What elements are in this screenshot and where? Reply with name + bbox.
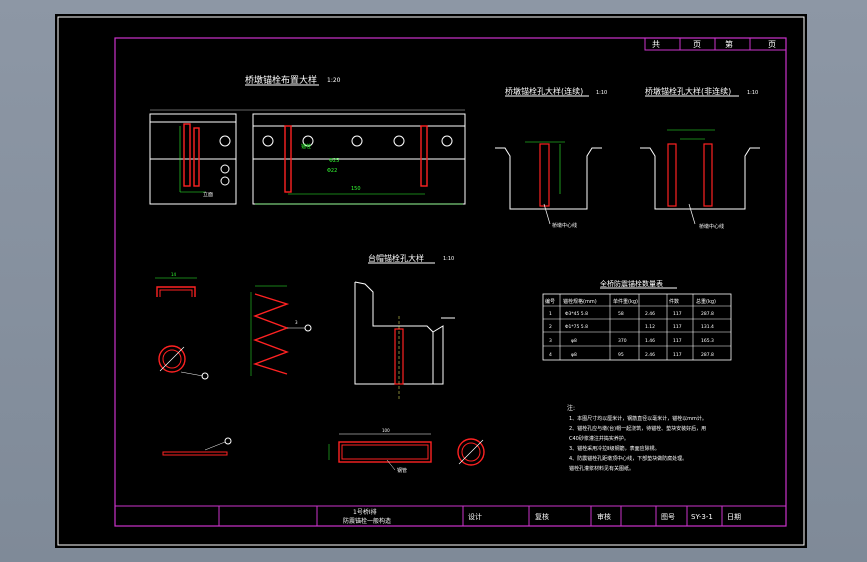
- note-line: 4、防震锚栓孔距墩顶中心线，下部垫块做防腐处理。: [569, 455, 687, 462]
- table-cell: 2.46: [645, 311, 655, 317]
- table-cell: 287.8: [701, 352, 714, 358]
- sleeve-label: 钢管: [397, 467, 407, 474]
- plan-label: 立面: [203, 191, 213, 198]
- tb-pages2: 页: [768, 40, 776, 49]
- pier-center-2: 桥墩中心线: [699, 223, 724, 230]
- project-line-2: 防震锚栓一般构造: [343, 517, 391, 525]
- tb-total: 共: [652, 40, 660, 49]
- abutment-hole-title: 台帽锚栓孔大样: [368, 253, 424, 263]
- table-cell: 1.12: [645, 324, 655, 330]
- table-header: 编号: [545, 298, 555, 305]
- note-line: 3、锚栓采用冷拉Ⅱ级钢筋，表面应除锈。: [569, 445, 660, 452]
- table-cell: 370: [618, 338, 627, 344]
- drawing-border: [114, 37, 787, 527]
- dim-label-1: 锚栓: [301, 143, 311, 150]
- check-label: 复核: [535, 512, 549, 521]
- table-cell: 165.3: [701, 338, 714, 344]
- plan-layout-view: 桥墩锚栓布置大样 1:20 立面 锚栓 Φ25 Φ22 150: [149, 74, 466, 205]
- dim-label-2: Φ25: [329, 158, 339, 164]
- hole-continuous-title: 桥墩锚栓孔大样(连续): [505, 86, 583, 96]
- steel-sleeve-detail: 100 钢管: [328, 428, 485, 474]
- table-cell: 58: [618, 311, 624, 317]
- review-label: 审核: [597, 512, 611, 521]
- table-cell: 131.4: [701, 324, 714, 330]
- note-line: 2、锚栓孔应与墩(台)帽一起浇筑，待锚栓、垫块安装好后，用: [569, 425, 706, 432]
- tb-pages: 页: [693, 40, 701, 49]
- plan-layout-title: 桥墩锚栓布置大样: [245, 74, 317, 86]
- dim-label-3: Φ22: [327, 168, 337, 174]
- table-cell: φ8: [571, 338, 577, 344]
- table-header: 件数: [669, 298, 679, 305]
- abutment-hole-view: 台帽锚栓孔大样 1:10: [354, 253, 455, 399]
- note-line: 1、本图尺寸均以厘米计，钢筋直径以毫米计，锚栓以mm计。: [569, 415, 707, 422]
- hole-noncontinuous-view: 桥墩锚栓孔大样(非连续) 1:10 桥墩中心线: [640, 86, 760, 230]
- hole-continuous-scale: 1:10: [596, 90, 607, 96]
- table-cell: 3: [549, 338, 552, 344]
- table-cell: φ8: [571, 352, 577, 358]
- table-cell: 2: [549, 324, 552, 330]
- table-cell: 117: [673, 352, 682, 358]
- table-cell: 95: [618, 352, 624, 358]
- top-title-block: 共 页 第 页: [644, 37, 787, 51]
- table-cell: 117: [673, 338, 682, 344]
- drawing-sheet: 共 页 第 页 桥墩锚栓布置大样 1:20 立面 锚栓 Φ25 Φ22 150 …: [55, 14, 807, 548]
- quantity-table: 全桥防震锚栓数量表 编号 锚栓规格(mm) 单件重(kg) 件数 总重(kg) …: [542, 279, 732, 361]
- drawing-no: SY-3-1: [691, 513, 713, 521]
- spring-label: 3: [295, 320, 298, 325]
- notes-block: 注: 1、本图尺寸均以厘米计，钢筋直径以毫米计，锚栓以mm计。 2、锚栓孔应与墩…: [567, 404, 707, 472]
- cad-canvas[interactable]: 共 页 第 页 桥墩锚栓布置大样 1:20 立面 锚栓 Φ25 Φ22 150 …: [55, 14, 807, 548]
- notes-heading: 注:: [567, 404, 575, 412]
- note-line: C40砂浆灌注并捣实养护。: [569, 435, 629, 442]
- bottom-title-block: 1号桥Ⅰ排 防震锚栓一般构造 设计 复核 审核 图号 SY-3-1 日期: [114, 505, 787, 527]
- table-header: 锚栓规格(mm): [563, 298, 597, 305]
- table-cell: 287.8: [701, 311, 714, 317]
- dim-label-7: 150: [351, 186, 361, 192]
- hole-noncontinuous-scale: 1:10: [747, 90, 758, 96]
- hole-noncontinuous-title: 桥墩锚栓孔大样(非连续): [645, 86, 731, 96]
- table-header: 总重(kg): [696, 298, 716, 305]
- dim-label-8: 14: [171, 272, 177, 277]
- abutment-hole-scale: 1:10: [443, 256, 454, 262]
- project-line-1: 1号桥Ⅰ排: [353, 508, 377, 516]
- parts-details: 14 3: [155, 272, 312, 456]
- table-header: 单件重(kg): [613, 298, 638, 305]
- date-label: 日期: [727, 513, 741, 521]
- table-cell: 117: [673, 311, 682, 317]
- table-cell: Φ1*75 5.8: [565, 324, 588, 330]
- dim-label-15: 100: [382, 428, 390, 433]
- table-cell: Φ3*45 5.8: [565, 311, 588, 317]
- table-cell: 1.46: [645, 338, 655, 344]
- table-title: 全桥防震锚栓数量表: [600, 279, 663, 288]
- design-label: 设计: [468, 512, 482, 521]
- plan-layout-scale: 1:20: [327, 77, 341, 84]
- table-cell: 4: [549, 352, 552, 358]
- hole-continuous-view: 桥墩锚栓孔大样(连续) 1:10 桥墩中心线: [495, 86, 607, 229]
- tb-page-no: 第: [725, 39, 733, 49]
- note-line: 锚栓孔灌浆材料见有关图纸。: [569, 465, 634, 472]
- table-cell: 1: [549, 311, 552, 317]
- drawing-no-label: 图号: [661, 513, 675, 521]
- pier-center-1: 桥墩中心线: [552, 222, 577, 229]
- table-cell: 117: [673, 324, 682, 330]
- table-cell: 2.46: [645, 352, 655, 358]
